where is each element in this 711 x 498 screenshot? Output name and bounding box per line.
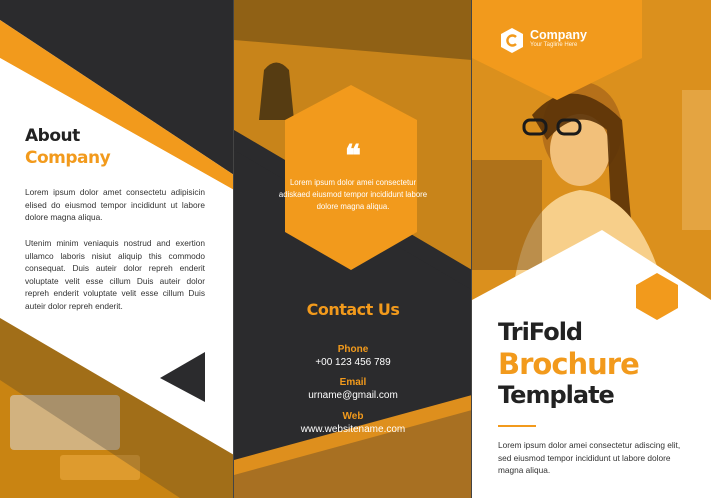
title-line-3: Template: [498, 381, 615, 409]
left-panel: About Company Lorem ipsum dolor amet con…: [0, 0, 234, 498]
email-label: Email: [339, 377, 367, 388]
triangle-icon: [160, 352, 205, 402]
web-label: Web: [342, 411, 364, 422]
cover-paragraph: Lorem ipsum dolor amei consectetur adisc…: [498, 440, 681, 475]
right-panel-graphics: [472, 0, 711, 498]
about-heading: About: [25, 126, 80, 146]
title-line-1: TriFold: [498, 318, 583, 346]
fold-line-1: [233, 0, 234, 498]
contact-heading: Contact Us: [306, 300, 400, 319]
web-value[interactable]: www.websitename.com: [234, 424, 472, 435]
right-panel: Company Your Tagline Here TriFold Brochu…: [472, 0, 711, 498]
about-paragraph-1: Lorem ipsum dolor amet consectetu adipis…: [25, 187, 205, 222]
laptop-screen: [472, 160, 542, 270]
company-name: Company: [530, 28, 587, 42]
title-divider: [498, 425, 536, 427]
lamp-shape: [259, 62, 294, 120]
quote-text: Lorem ipsum dolor amei consectetur adisk…: [278, 178, 428, 211]
fold-line-2: [471, 0, 472, 498]
about-subheading: Company: [25, 148, 111, 168]
email-value[interactable]: urname@gmail.com: [234, 390, 472, 401]
phone-label: Phone: [337, 344, 369, 355]
middle-panel: ❝ Lorem ipsum dolor amei consectetur adi…: [234, 0, 472, 498]
title-line-2: Brochure: [498, 347, 640, 381]
company-tagline: Your Tagline Here: [530, 42, 578, 48]
about-paragraph-2: Utenim minim veniaquis nostrud and exert…: [25, 238, 205, 311]
quote-icon: ❝: [344, 139, 362, 174]
phone-value: +00 123 456 789: [315, 357, 391, 368]
